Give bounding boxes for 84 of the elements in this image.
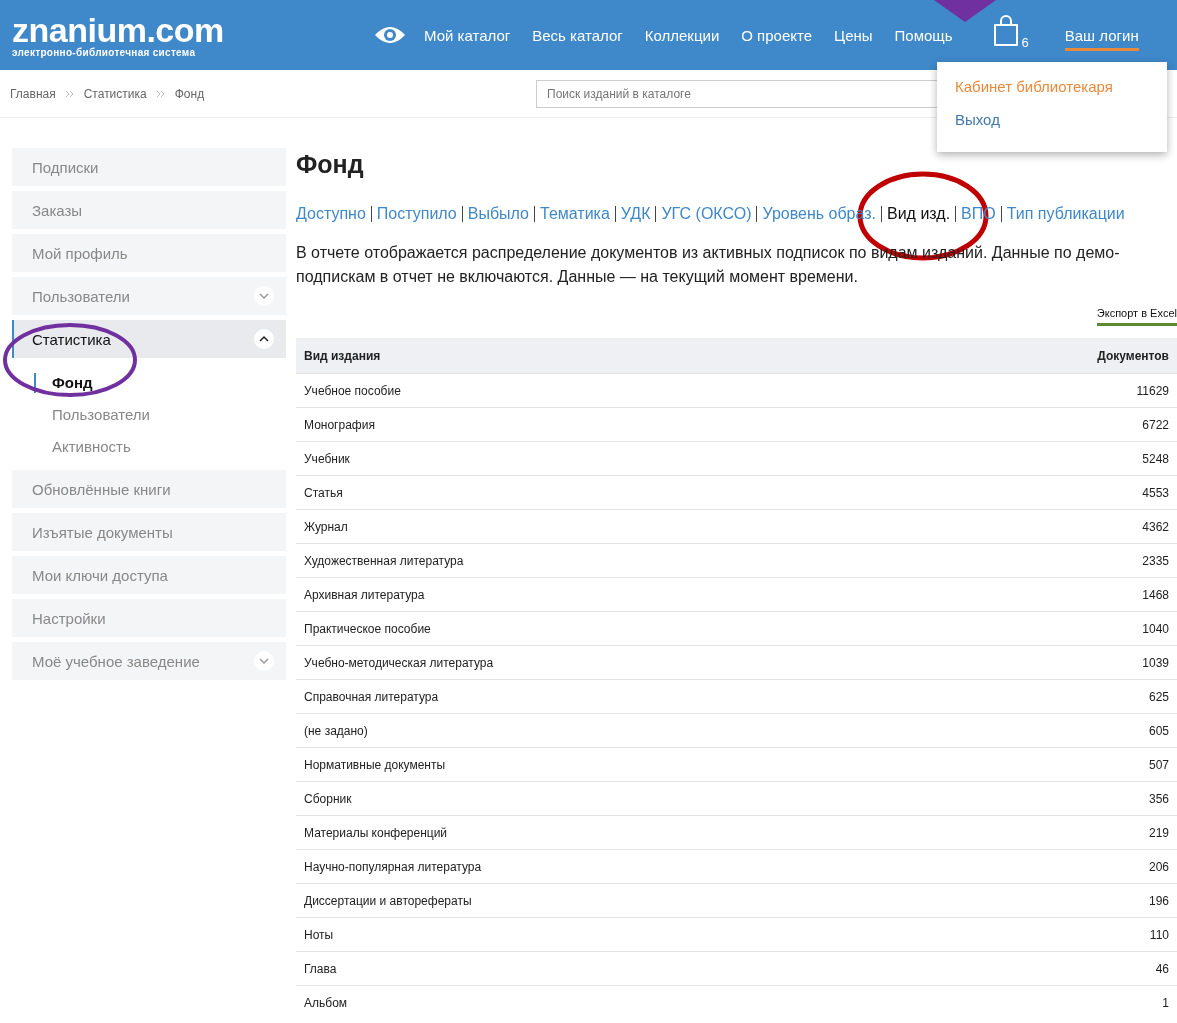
table-cell: 5248 [913,441,1177,476]
table-cell: 1039 [913,645,1177,680]
sidebar-item[interactable]: Мой профиль [12,234,286,272]
breadcrumb-link[interactable]: Главная [10,86,56,101]
table-cell: 6722 [913,407,1177,442]
sidebar-subitem[interactable]: Пользователи [34,405,150,425]
table-cell: Справочная литература [296,679,914,714]
table-cell: 507 [913,747,1177,782]
table-cell: Диссертации и авторефераты [296,883,914,918]
login-link[interactable]: Ваш логин [1064,27,1139,51]
logo[interactable]: znanium.com [12,12,374,47]
report-tab[interactable]: Поступило [376,205,457,223]
export-link[interactable]: Экспорт в Excel [1096,307,1177,326]
sidebar-item[interactable]: Пользователи [12,277,286,315]
table-cell: Учебное пособие [296,373,914,408]
table-cell: 356 [913,781,1177,816]
table-cell: 206 [913,849,1177,884]
table-cell: 4362 [913,509,1177,544]
menu-item[interactable]: Выход [955,111,1149,128]
table-cell: Научно-популярная литература [296,849,914,884]
table-cell: Монография [296,407,914,442]
table-cell: 625 [913,679,1177,714]
table-cell: 2335 [913,543,1177,578]
table-cell: Статья [296,475,914,510]
report-tab[interactable]: Выбыло [467,205,529,223]
cart-count: 6 [1021,34,1029,50]
sidebar-item[interactable]: Статистика [12,320,286,358]
sidebar-item[interactable]: Подписки [12,148,286,186]
sidebar-item[interactable]: Обновлённые книги [12,470,286,508]
table-cell: Сборник [296,781,914,816]
table-cell: 605 [913,713,1177,748]
shopping-bag-icon[interactable] [992,15,1019,47]
nav-link[interactable]: Мой каталог [424,26,511,44]
table-cell: Учебник [296,441,914,476]
table-cell: 196 [913,883,1177,918]
table-cell: Нормативные документы [296,747,914,782]
page-title: Фонд [296,150,365,179]
report-tab[interactable]: Тип публикации [1006,205,1125,223]
nav-link[interactable]: О проекте [741,26,813,44]
report-tab[interactable]: УГС (ОКСО) [661,205,752,223]
chevron-icon[interactable] [254,329,274,349]
table-cell: (не задано) [296,713,914,748]
table-cell: Практическое пособие [296,611,914,646]
report-tab[interactable]: Тематика [540,205,610,223]
table-cell: Материалы конференций [296,815,914,850]
sidebar-subitem[interactable]: Активность [34,437,131,457]
column-header: Вид издания [296,338,914,374]
report-tab[interactable]: Вид изд. [887,205,951,223]
nav-link[interactable]: Цены [834,26,873,44]
nav-link[interactable]: Весь каталог [532,26,623,44]
table-cell: Учебно-методическая литература [296,645,914,680]
sidebar-item[interactable]: Изъятые документы [12,513,286,551]
chevron-icon [155,89,166,98]
table-cell: 219 [913,815,1177,850]
table-cell: 1468 [913,577,1177,612]
table-cell: Художественная литература [296,543,914,578]
nav-link[interactable]: Помощь [894,26,953,44]
column-header: Документов [913,338,1177,374]
table-cell: 11629 [913,373,1177,408]
sidebar-item[interactable]: Настройки [12,599,286,637]
table-cell: 1 [913,985,1177,1019]
breadcrumb-link[interactable]: Фонд [174,86,205,101]
table-cell: 46 [913,951,1177,986]
table-cell: 4553 [913,475,1177,510]
annotation-triangle [934,0,996,22]
sidebar-item[interactable]: Мои ключи доступа [12,556,286,594]
sidebar-item[interactable]: Заказы [12,191,286,229]
breadcrumb-link[interactable]: Статистика [83,86,147,101]
table-cell: Журнал [296,509,914,544]
report-tab[interactable]: Доступно [296,205,366,223]
table-cell: Глава [296,951,914,986]
nav-link[interactable]: Коллекции [644,26,720,44]
table-cell: Ноты [296,917,914,952]
table-cell: 110 [913,917,1177,952]
menu-item[interactable]: Кабинет библиотекаря [955,78,1149,95]
sidebar-item[interactable]: Моё учебное заведение [12,642,286,680]
sidebar-subitem[interactable]: Фонд [34,373,93,393]
chevron-icon [64,89,75,98]
logo-tagline: электронно-библиотечная система [12,46,197,58]
table-cell: 1040 [913,611,1177,646]
eye-icon[interactable] [374,25,406,45]
table-cell: Архивная литература [296,577,914,612]
table-cell: Альбом [296,985,914,1019]
report-tab[interactable]: УДК [620,205,651,223]
